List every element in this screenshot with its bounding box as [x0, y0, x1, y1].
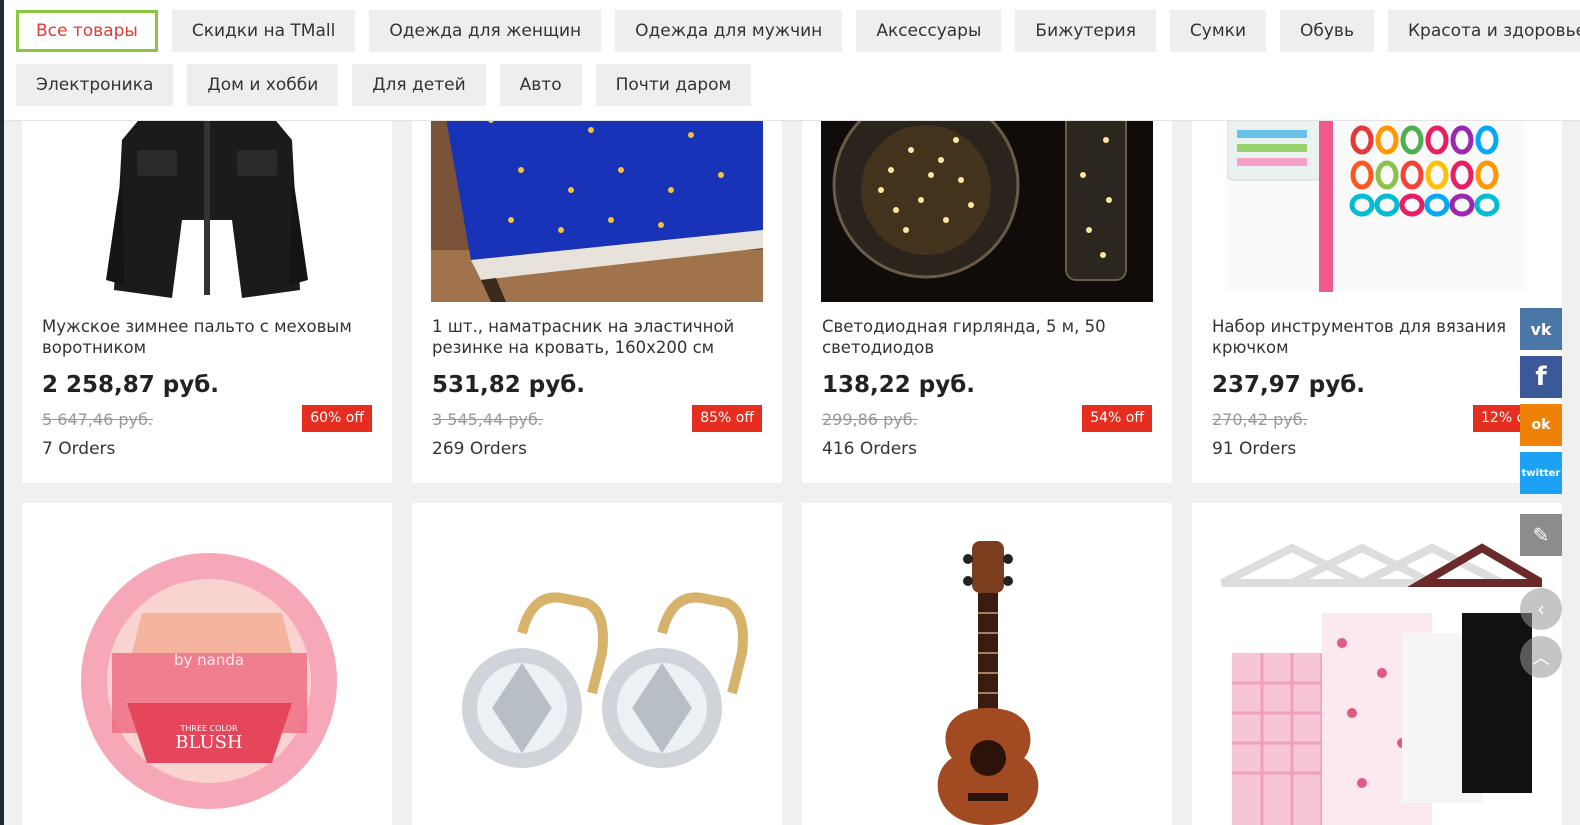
vk-share-button[interactable]: vk — [1520, 308, 1562, 350]
category-bags[interactable]: Сумки — [1169, 10, 1266, 52]
product-image-earrings[interactable] — [432, 503, 762, 825]
product-image-tops[interactable] — [1212, 503, 1542, 825]
product-orders: 416 Orders — [822, 439, 918, 459]
category-men-clothing[interactable]: Одежда для мужчин — [615, 10, 843, 52]
category-women-clothing[interactable]: Одежда для женщин — [369, 10, 602, 52]
product-old-price: 270,42 руб. — [1212, 410, 1308, 429]
facebook-icon: f — [1535, 362, 1547, 392]
pencil-icon: ✎ — [1532, 523, 1550, 547]
vk-icon: vk — [1530, 319, 1552, 339]
product-card[interactable]: Светодиодная гирлянда, 5 м, 50 светодиод… — [802, 80, 1172, 483]
category-all-products[interactable]: Все товары — [16, 10, 158, 52]
product-price: 2 258,87 руб. — [42, 372, 220, 398]
svg-text:BLUSH: BLUSH — [175, 732, 242, 753]
product-card[interactable] — [802, 503, 1172, 825]
category-nav: Все товары Скидки на TMall Одежда для же… — [4, 0, 1580, 121]
category-almost-free[interactable]: Почти даром — [595, 64, 752, 106]
discount-badge: 54% off — [1082, 405, 1152, 432]
category-row-1: Все товары Скидки на TMall Одежда для же… — [16, 10, 1580, 52]
product-price: 138,22 руб. — [822, 372, 976, 398]
product-card[interactable]: Набор инструментов для вязания крючком 2… — [1192, 80, 1562, 483]
category-row-2: Электроника Дом и хобби Для детей Авто П… — [16, 64, 765, 106]
odnoklassniki-icon: ok — [1531, 417, 1551, 433]
discount-badge: 85% off — [692, 405, 762, 432]
prev-page-button[interactable]: ‹ — [1520, 588, 1562, 630]
product-old-price: 5 647,46 руб. — [42, 410, 153, 429]
product-old-price: 299,86 руб. — [822, 410, 918, 429]
category-auto[interactable]: Авто — [499, 64, 582, 106]
product-card[interactable] — [412, 503, 782, 825]
product-orders: 269 Orders — [432, 439, 528, 459]
category-jewelry[interactable]: Бижутерия — [1015, 10, 1156, 52]
product-title[interactable]: 1 шт., наматрасник на эластичной резинке… — [432, 316, 762, 358]
category-tmall-discounts[interactable]: Скидки на TMall — [171, 10, 356, 52]
product-old-price: 3 545,44 руб. — [432, 410, 543, 429]
product-orders: 91 Orders — [1212, 439, 1297, 459]
product-card[interactable] — [1192, 503, 1562, 825]
chevron-up-icon: ︿ — [1532, 648, 1550, 669]
scroll-to-top-button[interactable]: ︿ — [1520, 636, 1562, 678]
category-accessories[interactable]: Аксессуары — [856, 10, 1002, 52]
edit-button[interactable]: ✎ — [1520, 514, 1562, 556]
product-title[interactable]: Мужское зимнее пальто с меховым воротник… — [42, 316, 372, 358]
window-edge — [0, 0, 4, 825]
twitter-share-button[interactable]: twitter — [1520, 452, 1562, 494]
product-card[interactable]: Мужское зимнее пальто с меховым воротник… — [22, 80, 392, 483]
odnoklassniki-share-button[interactable]: ok — [1520, 404, 1562, 446]
category-electronics[interactable]: Электроника — [16, 64, 174, 106]
discount-badge: 60% off — [302, 405, 372, 432]
product-title[interactable]: Светодиодная гирлянда, 5 м, 50 светодиод… — [822, 316, 1152, 358]
product-price: 531,82 руб. — [432, 372, 586, 398]
chevron-left-icon: ‹ — [1537, 597, 1545, 621]
svg-text:by nanda: by nanda — [174, 651, 244, 669]
category-home-hobby[interactable]: Дом и хобби — [187, 64, 339, 106]
facebook-share-button[interactable]: f — [1520, 356, 1562, 398]
category-beauty-health[interactable]: Красота и здоровье — [1387, 10, 1580, 52]
product-orders: 7 Orders — [42, 439, 116, 459]
category-kids[interactable]: Для детей — [352, 64, 486, 106]
product-image-blush[interactable]: by nanda THREE COLOR BLUSH — [42, 503, 372, 825]
product-image-ukulele[interactable] — [822, 503, 1152, 825]
product-card[interactable]: 1 шт., наматрасник на эластичной резинке… — [412, 80, 782, 483]
product-card[interactable]: by nanda THREE COLOR BLUSH — [22, 503, 392, 825]
twitter-icon: twitter — [1521, 467, 1561, 479]
product-price: 237,97 руб. — [1212, 372, 1366, 398]
category-shoes[interactable]: Обувь — [1280, 10, 1374, 52]
product-title[interactable]: Набор инструментов для вязания крючком — [1212, 316, 1542, 358]
